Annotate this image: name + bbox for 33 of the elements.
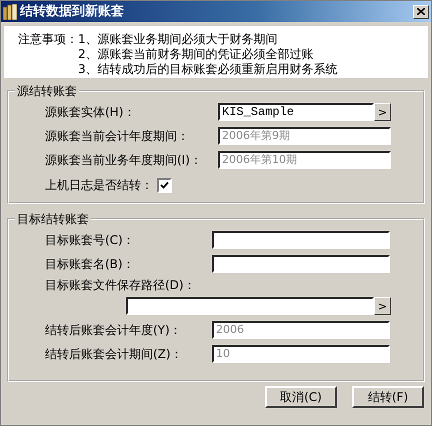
field-label: 源账套实体(H)： xyxy=(45,105,136,119)
notice-heading: 注意事项： xyxy=(18,32,78,48)
checkbox[interactable] xyxy=(157,178,172,192)
notice-text: 2、源账套当前财务期间的凭证必须全部过账 xyxy=(78,47,315,62)
group-title: 源结转账套 xyxy=(17,84,77,98)
window-title: 结转数据到新账套 xyxy=(20,4,124,18)
close-icon xyxy=(417,8,425,15)
field-label: 源账套当前业务年度期间(I)： xyxy=(45,153,203,167)
field-label: 目标账套号(C)： xyxy=(45,233,136,247)
input-field[interactable] xyxy=(212,255,390,273)
checkmark-icon xyxy=(160,180,169,190)
input-field: 2006 xyxy=(212,321,390,339)
dialog-button[interactable]: 结转(F) xyxy=(352,386,424,408)
books-icon xyxy=(3,4,17,20)
field-label: 结转后账套会计期间(Z)： xyxy=(45,347,184,361)
field-label: 结转后账套会计年度(Y)： xyxy=(45,323,183,337)
dialog-button[interactable]: 取消(C) xyxy=(265,386,337,408)
input-field: 2006年第9期 xyxy=(218,127,391,145)
input-field: 10 xyxy=(212,345,390,363)
browse-button[interactable]: > xyxy=(374,103,391,121)
input-field[interactable] xyxy=(126,297,374,315)
notice-text: 3、结转成功后的目标账套必须重新启用财务系统 xyxy=(78,62,338,77)
field-label: 目标账套文件保存路径(D)： xyxy=(45,277,197,294)
field-label: 源账套当前会计年度期间： xyxy=(45,129,190,143)
close-button[interactable] xyxy=(413,4,429,18)
field-label: 上机日志是否结转： xyxy=(45,178,153,192)
field-label: 目标账套名(B)： xyxy=(45,257,136,271)
group-title: 目标结转账套 xyxy=(17,212,89,226)
input-field[interactable]: KIS_Sample xyxy=(218,103,374,121)
notice-text: 1、源账套业务期间必须大于财务期间 xyxy=(78,32,279,47)
browse-button[interactable]: > xyxy=(374,297,391,315)
input-field: 2006年第10期 xyxy=(218,151,391,169)
input-field[interactable] xyxy=(212,231,390,249)
